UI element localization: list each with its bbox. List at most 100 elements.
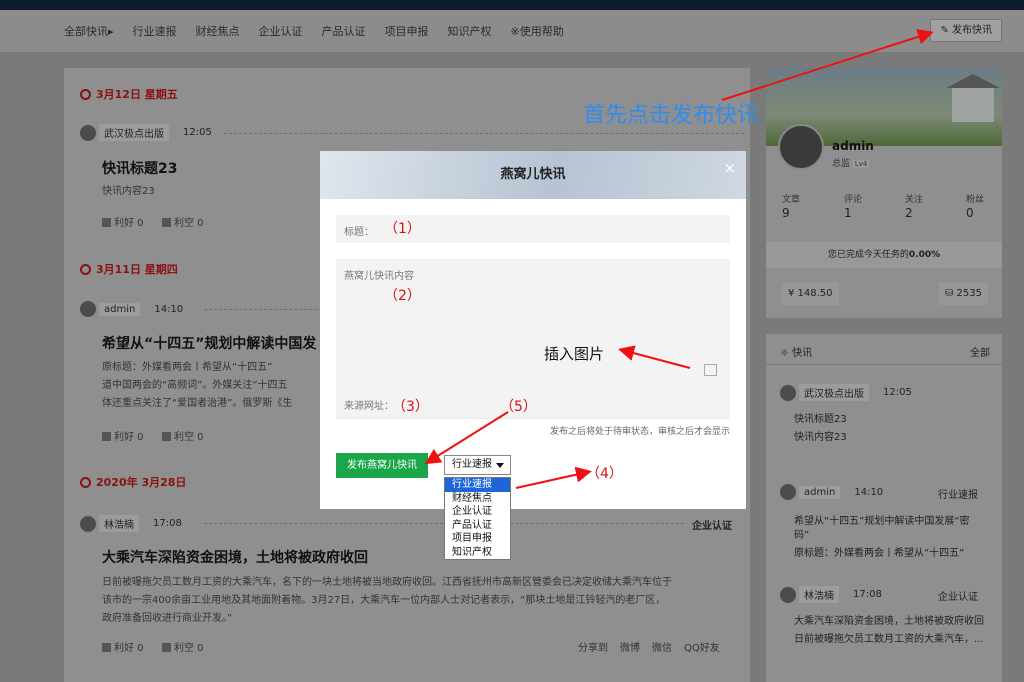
side-item-author[interactable]: 武汉极点出版 12:05 xyxy=(780,384,912,401)
nav-enterprise[interactable]: 企业认证 xyxy=(259,23,303,39)
post-author[interactable]: 林浩楠 17:08 xyxy=(80,515,182,532)
avatar xyxy=(780,384,796,401)
side-item-category[interactable]: 行业速报 xyxy=(938,486,978,501)
date-heading: 3月11日 星期四 xyxy=(80,261,178,277)
nav-industry[interactable]: 行业速报 xyxy=(133,23,177,39)
post-content-line: 政府准备回收进行商业开发。” xyxy=(102,613,233,624)
thumb-up-icon xyxy=(102,643,111,652)
task-progress: 您已完成今天任务的0.00% xyxy=(766,242,1002,268)
clock-icon xyxy=(80,89,91,100)
nav-ip[interactable]: 知识产权 xyxy=(448,23,492,39)
side-item-content: 快讯内容23 xyxy=(794,432,847,443)
title-label: 标题： xyxy=(344,227,374,238)
step-3-label: （3） xyxy=(392,399,429,415)
role-badge: Lv4 xyxy=(852,160,870,168)
publish-flash-button[interactable]: ✎ 发布快讯 xyxy=(930,19,1002,42)
avatar xyxy=(780,484,796,500)
profile-role: 总监 Lv4 xyxy=(832,159,870,169)
divider xyxy=(224,133,744,134)
step-1-label: （1） xyxy=(384,221,421,237)
clock-icon xyxy=(80,264,91,275)
share-wechat-button[interactable]: 微信 xyxy=(652,643,672,654)
like-button[interactable]: 利好 0 xyxy=(102,428,144,443)
avatar xyxy=(80,124,96,141)
nav-help[interactable]: ※使用帮助 xyxy=(511,23,564,39)
side-item-author[interactable]: 林浩楠 17:08 xyxy=(780,586,882,603)
submit-flash-button[interactable]: 发布燕窝儿快讯 xyxy=(336,453,428,478)
post-title[interactable]: 快讯标题23 xyxy=(102,158,177,178)
post-content-line: 体还重点关注了“爱国者治港”。俄罗斯《生 xyxy=(102,398,293,409)
dislike-button[interactable]: 利空 0 xyxy=(162,214,204,229)
thumb-up-icon xyxy=(102,432,111,441)
side-item-content: 日前被曝拖欠员工数月工资的大乘汽车，... xyxy=(794,634,984,645)
avatar xyxy=(80,301,96,317)
stat-value[interactable]: 9 xyxy=(782,206,790,220)
publish-flash-modal: 燕窝儿快讯 × 标题： 燕窝儿快讯内容 来源网址： 发布之后将处于待审状态，审核… xyxy=(320,151,746,560)
step-4-label: （4） xyxy=(586,466,623,482)
side-flash-all-link[interactable]: 全部 xyxy=(970,344,990,359)
option-industry[interactable]: 行业速报 xyxy=(445,478,510,492)
stat-label: 评论 xyxy=(844,195,863,205)
thumb-down-icon xyxy=(162,218,171,227)
divider xyxy=(766,364,1002,365)
dislike-button[interactable]: 利空 0 xyxy=(162,428,204,443)
option-ip[interactable]: 知识产权 xyxy=(445,546,510,560)
nav-project[interactable]: 项目申报 xyxy=(385,23,429,39)
close-icon[interactable]: × xyxy=(723,159,736,177)
avatar[interactable] xyxy=(778,124,824,170)
share-weibo-button[interactable]: 微博 xyxy=(620,643,640,654)
like-button[interactable]: 利好 0 xyxy=(102,214,144,229)
side-item-category[interactable]: 企业认证 xyxy=(938,588,978,603)
nav-product[interactable]: 产品认证 xyxy=(322,23,366,39)
category-badge[interactable]: 企业认证 xyxy=(692,517,732,532)
option-enterprise[interactable]: 企业认证 xyxy=(445,505,510,519)
house-image xyxy=(946,74,1000,122)
date-heading: 2020年 3月28日 xyxy=(80,474,186,490)
date-heading: 3月12日 星期五 xyxy=(80,86,178,102)
post-author[interactable]: admin 14:10 xyxy=(80,301,183,317)
clock-icon xyxy=(80,477,91,488)
stat-label: 关注 xyxy=(905,195,924,205)
thumb-down-icon xyxy=(162,432,171,441)
side-flash-title: ☼ 快讯 xyxy=(780,348,813,359)
avatar xyxy=(780,586,796,603)
stat-label: 文章 xyxy=(782,195,801,205)
sun-icon: ☼ xyxy=(780,348,793,359)
side-item-title-cont[interactable]: 码” xyxy=(794,526,809,541)
post-content-line: 日前被曝拖欠员工数月工资的大乘汽车，名下的一块土地将被当地政府收回。江西省抚州市… xyxy=(102,577,672,588)
insert-image-icon[interactable] xyxy=(704,364,717,376)
post-title[interactable]: 大乘汽车深陷资金困境，土地将被政府收回 xyxy=(102,547,368,567)
money-balance[interactable]: ¥ 148.50 xyxy=(782,282,839,305)
option-finance[interactable]: 财经焦点 xyxy=(445,492,510,506)
dislike-button[interactable]: 利空 0 xyxy=(162,639,204,654)
like-button[interactable]: 利好 0 xyxy=(102,639,144,654)
side-item-title[interactable]: 希望从“十四五”规划中解读中国发展“密 xyxy=(794,512,994,527)
nav-finance[interactable]: 财经焦点 xyxy=(196,23,240,39)
category-select[interactable]: 行业速报 xyxy=(444,455,511,475)
share-label: 分享到 xyxy=(578,643,608,654)
nav-all-flash[interactable]: 全部快讯▸ xyxy=(64,23,114,39)
option-project[interactable]: 项目申报 xyxy=(445,532,510,546)
share-row: 分享到 微博 微信 QQ好友 xyxy=(578,639,720,654)
step-5-label: （5） xyxy=(500,399,537,415)
stat-value[interactable]: 1 xyxy=(844,206,852,220)
instruction-annotation: 首先点击发布快讯 xyxy=(583,103,760,128)
stat-value[interactable]: 2 xyxy=(905,206,913,220)
caret-down-icon xyxy=(496,463,504,468)
post-title[interactable]: 希望从“十四五”规划中解读中国发 xyxy=(102,333,316,353)
option-product[interactable]: 产品认证 xyxy=(445,519,510,533)
avatar xyxy=(80,515,96,532)
profile-name[interactable]: admin xyxy=(832,139,874,153)
stat-value[interactable]: 0 xyxy=(966,206,974,220)
side-item-author[interactable]: admin 14:10 xyxy=(780,484,883,500)
side-flash-panel: ☼ 快讯 全部 武汉极点出版 12:05 快讯标题23 快讯内容23 admin 1… xyxy=(766,334,1002,682)
post-content: 快讯内容23 xyxy=(102,186,155,197)
credit-balance[interactable]: ⛁ 2535 xyxy=(938,282,988,305)
share-qq-button[interactable]: QQ好友 xyxy=(684,643,720,654)
url-label: 来源网址： xyxy=(344,401,394,412)
side-item-title[interactable]: 大乘汽车深陷资金困境，土地将被政府收回 xyxy=(794,612,994,627)
side-item-title[interactable]: 快讯标题23 xyxy=(794,410,847,425)
category-dropdown: 行业速报 财经焦点 企业认证 产品认证 项目申报 知识产权 xyxy=(444,477,511,560)
post-author[interactable]: 武汉极点出版 12:05 xyxy=(80,124,212,141)
nav-bar: 全部快讯▸ 行业速报 财经焦点 企业认证 产品认证 项目申报 知识产权 ※使用帮… xyxy=(0,10,1024,52)
